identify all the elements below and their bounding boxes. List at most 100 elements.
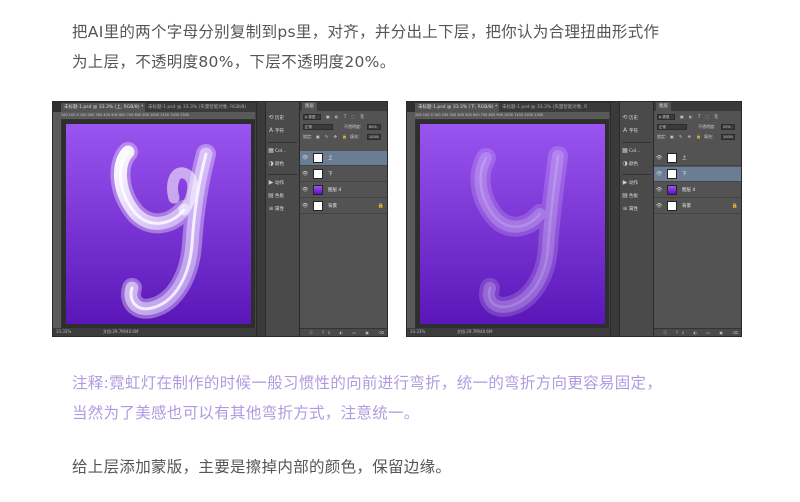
layer-thumbnail	[313, 153, 323, 163]
canvas-area[interactable]	[62, 120, 255, 328]
character-panel-button[interactable]: A 字符	[621, 125, 652, 137]
properties-panel-button[interactable]: ≡属性	[621, 203, 652, 215]
visibility-eye-icon[interactable]: 👁	[302, 204, 308, 209]
lock-label: 锁定:	[657, 134, 667, 139]
visibility-eye-icon[interactable]: 👁	[656, 172, 662, 177]
swatches-icon: ▤	[622, 192, 628, 199]
visibility-eye-icon[interactable]: 👁	[656, 204, 662, 209]
visibility-eye-icon[interactable]: 👁	[302, 156, 308, 161]
divider	[268, 142, 297, 143]
fill-label: 填充:	[350, 134, 360, 139]
layer-name: 图层 4	[328, 188, 342, 193]
panel-collapse-strip[interactable]	[610, 102, 619, 336]
character-icon: A	[622, 127, 628, 134]
layer-name: 背景	[682, 204, 691, 209]
properties-icon: ≡	[622, 205, 628, 212]
visibility-eye-icon[interactable]: 👁	[656, 188, 662, 193]
layer-row-gradient[interactable]: 👁 图层 4	[654, 183, 741, 198]
actions-panel-button[interactable]: ▶ 动作	[267, 177, 298, 189]
filter-kind-select[interactable]: ρ 类型	[657, 114, 675, 120]
visibility-eye-icon[interactable]: 👁	[302, 172, 308, 177]
layer-filter-row: ρ 类型 ▣ ◐ T ⬚ ⎘	[300, 113, 387, 121]
mask-instruction-text: 给上层添加蒙版，主要是擦掉内部的颜色，保留边缘。	[72, 458, 452, 476]
status-bar: 33.33% 文档:29.7M/40.6M	[407, 328, 610, 336]
layer-name: 图层 4	[682, 188, 696, 193]
history-panel-button[interactable]: ⟲历史	[621, 112, 652, 124]
actions-panel-button[interactable]: ▶ 动作	[621, 177, 652, 189]
layer-row-background[interactable]: 👁 背景 🔒	[300, 199, 387, 214]
properties-icon: ≡	[268, 205, 274, 212]
document-size: 文档:29.7M/40.6M	[457, 329, 493, 334]
blend-mode-select[interactable]: 正常	[657, 124, 687, 130]
character-panel-button[interactable]: A 字符	[267, 125, 298, 137]
layer-row-top[interactable]: 👁 上	[300, 151, 387, 166]
zoom-level[interactable]: 33.33%	[410, 328, 425, 336]
opacity-input[interactable]: 80%	[367, 124, 381, 130]
opacity-label: 不透明度:	[698, 124, 716, 129]
canvas-area[interactable]	[416, 120, 609, 328]
filter-kind-select[interactable]: ρ 类型	[303, 114, 321, 120]
layer-name: 上	[682, 156, 687, 161]
lock-label: 锁定:	[303, 134, 313, 139]
swatches-panel-button[interactable]: ▤色板	[267, 190, 298, 202]
fill-input[interactable]: 100%	[721, 134, 735, 140]
status-bar: 33.33% 文档:29.7M/40.6M	[53, 328, 256, 336]
swatches-icon: ▤	[268, 192, 274, 199]
horizontal-ruler: 200 100 0 100 200 300 400 500 600 700 80…	[61, 112, 255, 120]
lock-icons[interactable]: ▣ ✎ ✥ 🔒	[316, 133, 349, 141]
color-lookup-button[interactable]: ▦Col...	[621, 145, 652, 157]
properties-panel-button[interactable]: ≡属性	[267, 203, 298, 215]
opacity-input[interactable]: 20%	[721, 124, 735, 130]
lock-icons[interactable]: ▣ ✎ ✥ 🔒	[670, 133, 703, 141]
blend-opacity-row: 正常 不透明度: 20%	[654, 123, 741, 131]
lock-fill-row: 锁定: ▣ ✎ ✥ 🔒 填充: 100%	[300, 133, 387, 141]
layers-footer-icons[interactable]: ⓞ fx ◐ ▭ ▣ ⌫	[300, 328, 387, 336]
layer-row-bottom[interactable]: 👁 下	[654, 167, 741, 182]
blend-mode-select[interactable]: 正常	[303, 124, 333, 130]
filter-icons[interactable]: ▣ ◐ T ⬚ ⎘	[680, 113, 720, 121]
color-panel-button[interactable]: ◑颜色	[267, 158, 298, 170]
panel-icon-column: ⟲历史 A 字符 ▦Col... ◑颜色 ▶ 动作 ▤色板 ≡属性	[265, 102, 299, 336]
history-panel-button[interactable]: ⟲历史	[267, 112, 298, 124]
visibility-eye-icon[interactable]: 👁	[302, 188, 308, 193]
fill-label: 填充:	[704, 134, 714, 139]
artboard[interactable]	[66, 124, 251, 324]
filter-icons[interactable]: ▣ ◐ T ⬚ ⎘	[326, 113, 366, 121]
visibility-eye-icon[interactable]: 👁	[656, 156, 662, 161]
lock-icon: 🔒	[731, 203, 738, 209]
color-panel-button[interactable]: ◑颜色	[621, 158, 652, 170]
actions-icon: ▶	[622, 179, 628, 186]
layers-footer-icons[interactable]: ⓞ fx ◐ ▭ ▣ ⌫	[654, 328, 741, 336]
instruction-text: 把AI里的两个字母分别复制到ps里，对齐，并分出上下层，把你认为合理扭曲形式作 …	[72, 17, 659, 77]
color-lookup-button[interactable]: ▦Col...	[267, 145, 298, 157]
instruction-line-2: 为上层，不透明度80%，下层不透明度20%。	[72, 53, 396, 71]
layers-panel-tab[interactable]: 图层	[654, 102, 741, 111]
layer-thumbnail	[667, 201, 677, 211]
divider	[622, 174, 651, 175]
note-text: 注释:霓虹灯在制作的时候一般习惯性的向前进行弯折，统一的弯折方向更容易固定， 当…	[72, 368, 662, 428]
layers-panel-tab[interactable]: 图层	[300, 102, 387, 111]
layer-row-gradient[interactable]: 👁 图层 4	[300, 183, 387, 198]
history-icon: ⟲	[622, 114, 628, 121]
layers-panel: 图层 ρ 类型 ▣ ◐ T ⬚ ⎘ 正常 不透明度: 20% 锁定: ▣ ✎ ✥…	[653, 102, 741, 336]
photoshop-screenshot-top-layer: 未标题-1.psd @ 33.3% (上, RGB/8) * 未标题-1 psd…	[52, 101, 388, 337]
zoom-level[interactable]: 33.33%	[56, 328, 71, 336]
layer-row-background[interactable]: 👁 背景 🔒	[654, 199, 741, 214]
layer-row-top[interactable]: 👁 上	[654, 151, 741, 166]
layer-name: 上	[328, 156, 333, 161]
fill-input[interactable]: 100%	[367, 134, 381, 140]
artboard[interactable]	[420, 124, 605, 324]
horizontal-ruler: 200 100 0 100 200 300 400 500 600 700 80…	[415, 112, 609, 120]
lock-icon: 🔒	[377, 203, 384, 209]
instruction-line-1: 把AI里的两个字母分别复制到ps里，对齐，并分出上下层，把你认为合理扭曲形式作	[72, 23, 660, 41]
document-tab[interactable]: 未标题-1.psd @ 33.3% (下, RGB/8) *	[415, 103, 501, 112]
layer-row-bottom[interactable]: 👁 下	[300, 167, 387, 182]
photoshop-screenshot-bottom-layer: 未标题-1.psd @ 33.3% (下, RGB/8) * 未标题-1 psd…	[406, 101, 742, 337]
document-tab[interactable]: 未标题-1.psd @ 33.3% (上, RGB/8) *	[61, 103, 147, 112]
document-tab-inactive[interactable]: 未标题-1 psd @ 33.3% (矢量智能对象, RGB/8)	[145, 103, 256, 112]
panel-icon-column: ⟲历史 A 字符 ▦Col... ◑颜色 ▶ 动作 ▤色板 ≡属性	[619, 102, 653, 336]
document-tab-inactive[interactable]: 未标题-1 psd @ 33.3% (矢量智能对象, R	[499, 103, 610, 112]
layer-thumbnail	[667, 153, 677, 163]
panel-collapse-strip[interactable]	[256, 102, 265, 336]
swatches-panel-button[interactable]: ▤色板	[621, 190, 652, 202]
